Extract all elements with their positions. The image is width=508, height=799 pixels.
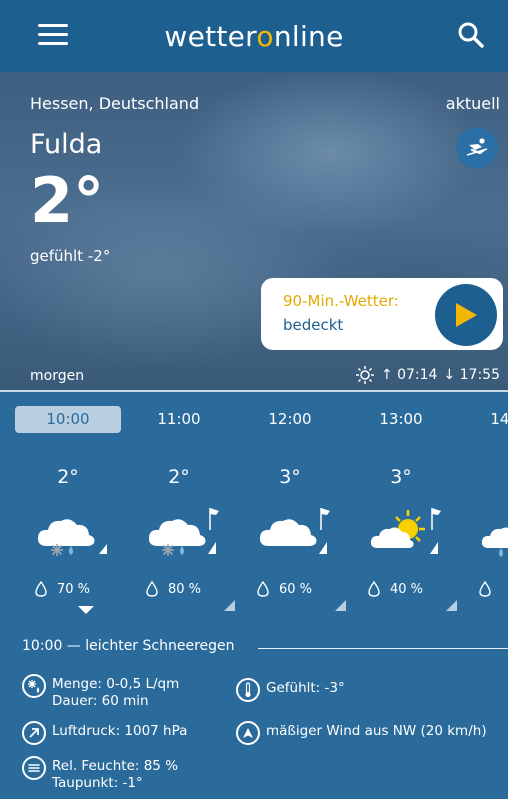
details-heading-line	[258, 648, 508, 649]
details-heading: 10:00 — leichter Schneeregen	[22, 638, 235, 654]
sun-cloud-icon	[370, 508, 441, 554]
hour-temperature: 3°	[279, 466, 301, 488]
top-app-bar: wetteronline	[0, 0, 508, 72]
skier-icon	[466, 138, 488, 156]
hour-item[interactable]: 13:00 3° 40 %	[348, 392, 458, 628]
snow-rain-icon	[22, 674, 46, 698]
precip-probability: 80 %	[146, 581, 201, 597]
snow-rain-cloud-icon	[37, 519, 107, 556]
snow-rain-cloud-icon	[148, 508, 219, 556]
pressure-item: Luftdruck: 1007 hPa	[22, 721, 187, 745]
ski-button[interactable]	[456, 127, 498, 169]
sun-cloud-rain-icon	[481, 527, 508, 557]
raindrop-icon	[479, 581, 491, 597]
raindrop-icon	[368, 581, 380, 597]
status-label: aktuell	[445, 94, 500, 113]
hour-temperature: 2°	[57, 466, 79, 488]
region-label: Hessen, Deutschland	[30, 94, 200, 113]
wind-value: mäßiger Wind aus NW (20 km/h)	[266, 723, 487, 739]
hour-item[interactable]: 14:00	[459, 392, 508, 628]
sunrise-time: ↑ 07:14	[380, 367, 438, 383]
pressure-value: Luftdruck: 1007 hPa	[52, 723, 188, 739]
precip-value: 80 %	[168, 581, 202, 597]
hour-time: 10:00	[15, 406, 121, 433]
precip-value: 60 %	[279, 581, 313, 597]
current-weather-hero: Hessen, Deutschland aktuell Fulda 2° gef…	[0, 72, 508, 390]
sun-times: ↑ 07:14 ↓ 17:55	[355, 365, 500, 385]
play-icon	[456, 303, 477, 327]
precip-value: 40 %	[390, 581, 424, 597]
humidity-item: Rel. Feuchte: 85 % Taupunkt: -1°	[22, 756, 178, 792]
feels-like-item: Gefühlt: -3°	[236, 678, 345, 702]
sunset-time: ↓ 17:55	[443, 367, 500, 383]
precip-amount-item: Menge: 0-0,5 L/qm Dauer: 60 min	[22, 674, 179, 710]
hour-time: 12:00	[268, 410, 312, 428]
search-icon[interactable]	[456, 20, 486, 50]
precip-duration: Dauer: 60 min	[52, 693, 149, 709]
thermometer-icon	[236, 678, 260, 702]
nowcast-condition: bedeckt	[283, 316, 344, 334]
cloud-icon	[259, 508, 330, 554]
raindrop-icon	[35, 581, 47, 597]
current-temperature: 2°	[30, 164, 105, 237]
city-name[interactable]: Fulda	[30, 129, 102, 160]
wind-direction-icon	[236, 721, 260, 745]
menu-icon[interactable]	[38, 24, 68, 48]
hour-temperature: 2°	[168, 466, 190, 488]
pressure-arrow-icon	[22, 721, 46, 745]
humidity-value: Rel. Feuchte: 85 %	[52, 758, 179, 774]
humidity-icon	[22, 756, 46, 780]
precip-value: 70 %	[57, 581, 91, 597]
app-logo: wetteronline	[164, 19, 344, 53]
raindrop-icon	[146, 581, 158, 597]
hour-temperature: 3°	[390, 466, 412, 488]
wind-corner-marker	[224, 600, 235, 611]
wind-corner-marker	[335, 600, 346, 611]
precip-probability	[479, 581, 501, 597]
dewpoint-value: Taupunkt: -1°	[52, 775, 143, 791]
precip-probability: 40 %	[368, 581, 423, 597]
precip-amount: Menge: 0-0,5 L/qm	[52, 676, 180, 692]
hour-time: 13:00	[379, 410, 423, 428]
nowcast-card[interactable]: 90-Min.-Wetter: bedeckt	[261, 278, 503, 350]
nowcast-title: 90-Min.-Wetter:	[283, 292, 399, 310]
feels-like-label: gefühlt -2°	[30, 247, 111, 265]
selected-hour-caret	[78, 606, 94, 614]
hour-time: 14:00	[490, 410, 508, 428]
hour-item[interactable]: 11:00 2° 80 %	[126, 392, 236, 628]
hour-details-panel: 10:00 — leichter Schneeregen Menge: 0-0,…	[0, 628, 508, 799]
hour-item[interactable]: 12:00 3° 60 %	[237, 392, 347, 628]
hourly-forecast[interactable]: 10:00 2° 70 % 11:00 2° 80 % 12:00 3° 60 …	[0, 392, 508, 628]
wind-item: mäßiger Wind aus NW (20 km/h)	[236, 721, 487, 745]
day-label: morgen	[30, 368, 85, 384]
feels-like-value: Gefühlt: -3°	[266, 680, 345, 696]
hour-item[interactable]: 10:00 2° 70 %	[15, 392, 125, 628]
sun-icon	[355, 366, 374, 384]
hour-time: 11:00	[157, 410, 201, 428]
nowcast-play-button[interactable]	[435, 284, 497, 346]
precip-probability: 70 %	[35, 581, 90, 597]
precip-probability: 60 %	[257, 581, 312, 597]
raindrop-icon	[257, 581, 269, 597]
wind-corner-marker	[446, 600, 457, 611]
